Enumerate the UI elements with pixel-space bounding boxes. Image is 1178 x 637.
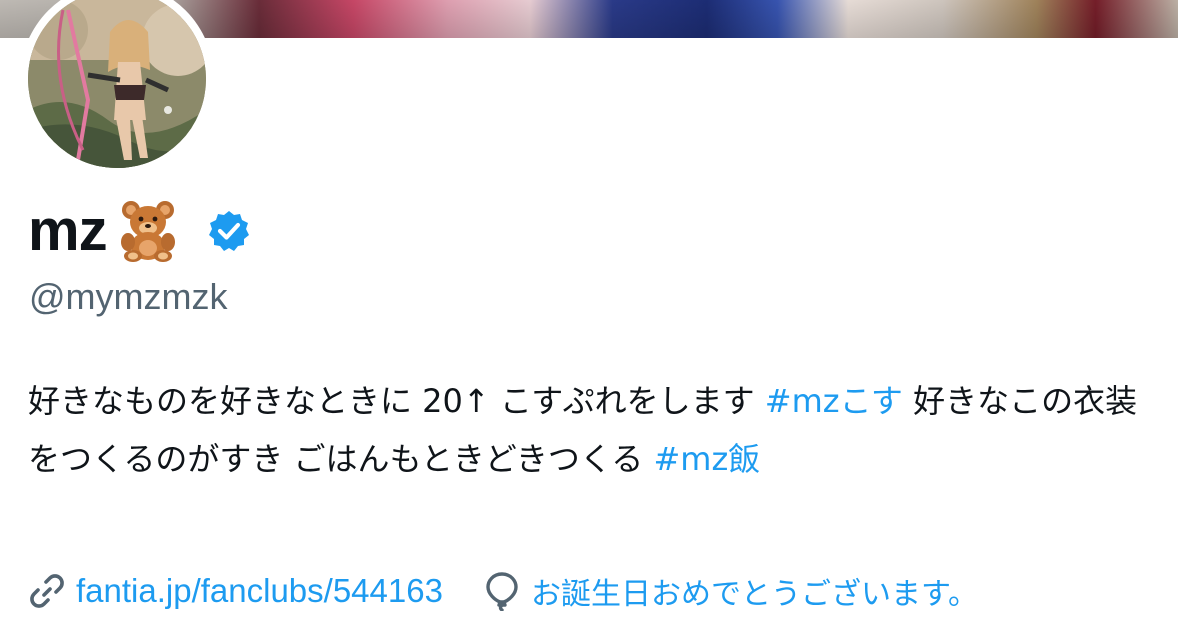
avatar-photo	[28, 0, 206, 168]
hashtag-link[interactable]: #mz飯	[653, 440, 760, 478]
profile-avatar[interactable]	[20, 0, 214, 176]
profile-website[interactable]: fantia.jp/fanclubs/544163	[28, 571, 443, 611]
bio-text: 好きなものを好きなときに 20↑ こすぷれをします	[28, 382, 765, 420]
balloon-icon	[483, 571, 521, 612]
profile-display-name: mz	[28, 196, 251, 264]
profile-handle: @mymzmzk	[29, 276, 228, 317]
link-icon	[28, 571, 66, 611]
display-name-text: mz	[28, 197, 108, 263]
birthday-text: お誕生日おめでとうございます。	[530, 577, 978, 612]
avatar-photo-illustration	[28, 0, 206, 168]
website-link[interactable]: fantia.jp/fanclubs/544163	[76, 572, 443, 610]
profile-birthday: お誕生日おめでとうございます。	[483, 569, 978, 613]
hashtag-link[interactable]: #mzこす	[765, 382, 903, 420]
profile-bio: 好きなものを好きなときに 20↑ こすぷれをします #mzこす 好きなこの衣装を…	[28, 372, 1163, 488]
teddy-bear-icon	[113, 198, 183, 262]
profile-meta: fantia.jp/fanclubs/544163 お誕生日おめでとうございます…	[28, 566, 978, 616]
verified-badge-icon[interactable]	[207, 209, 251, 253]
